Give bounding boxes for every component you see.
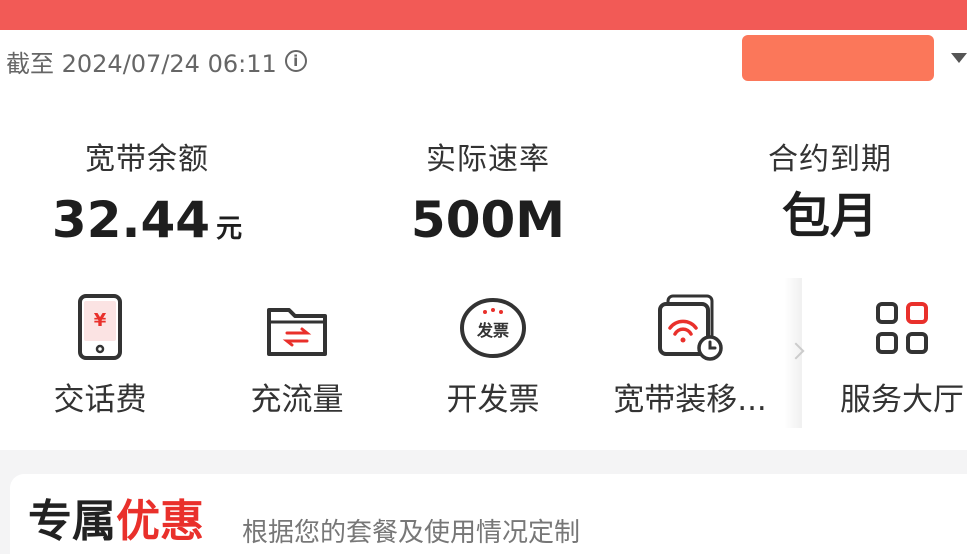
balance-unit: 元 (216, 214, 243, 244)
stat-value: 32.44 元 (42, 192, 252, 257)
contract-expiry[interactable]: 合约到期 包月 (725, 134, 935, 244)
invoice-icon: 发票 (460, 298, 526, 358)
shortcut-label: 服务大厅 (840, 382, 964, 418)
account-selector[interactable] (742, 35, 934, 81)
shortcut-label: 宽带装移... (613, 382, 767, 418)
stat-value: 包月 (781, 188, 878, 244)
stat-value: 500M (410, 191, 566, 249)
shortcut-pay-phone-bill[interactable]: ¥ 交话费 (10, 292, 190, 419)
wifi-router-clock-icon (658, 294, 723, 361)
shortcut-issue-invoice[interactable]: 发票 开发票 (403, 292, 583, 419)
stat-label: 宽带余额 (85, 142, 209, 177)
svg-text:¥: ¥ (94, 310, 107, 331)
stat-label: 实际速率 (426, 142, 550, 177)
shortcut-broadband-install[interactable]: 宽带装移... (600, 292, 780, 419)
chevron-down-icon[interactable] (951, 53, 967, 63)
stat-label: 合约到期 (768, 142, 892, 177)
invoice-badge-text: 发票 (476, 321, 509, 340)
grid-apps-icon (876, 302, 928, 354)
update-time: 截至 2024/07/24 06:11 i (6, 44, 307, 78)
shortcut-label: 交话费 (53, 382, 147, 418)
phone-yuan-icon: ¥ (78, 294, 122, 360)
folder-transfer-icon (267, 308, 327, 356)
shortcut-service-hall[interactable]: 服务大厅 (812, 292, 967, 419)
promo-title-accent: 优惠 (116, 496, 204, 547)
promo-title-prefix: 专属 (28, 496, 116, 547)
broadband-balance[interactable]: 宽带余额 32.44 元 (42, 134, 252, 257)
status-bar (0, 0, 967, 30)
timestamp-text: 截至 2024/07/24 06:11 (6, 49, 277, 78)
balance-amount: 32.44 (51, 191, 211, 249)
actual-speed[interactable]: 实际速率 500M (383, 134, 593, 248)
shortcut-label: 充流量 (250, 382, 344, 418)
info-circle-icon[interactable]: i (284, 50, 307, 72)
shortcut-top-up-data[interactable]: 充流量 (207, 292, 387, 419)
promo-subtitle: 根据您的套餐及使用情况定制 (242, 518, 581, 548)
promo-title: 专属优惠 (28, 494, 204, 550)
shortcut-label: 开发票 (446, 382, 540, 418)
